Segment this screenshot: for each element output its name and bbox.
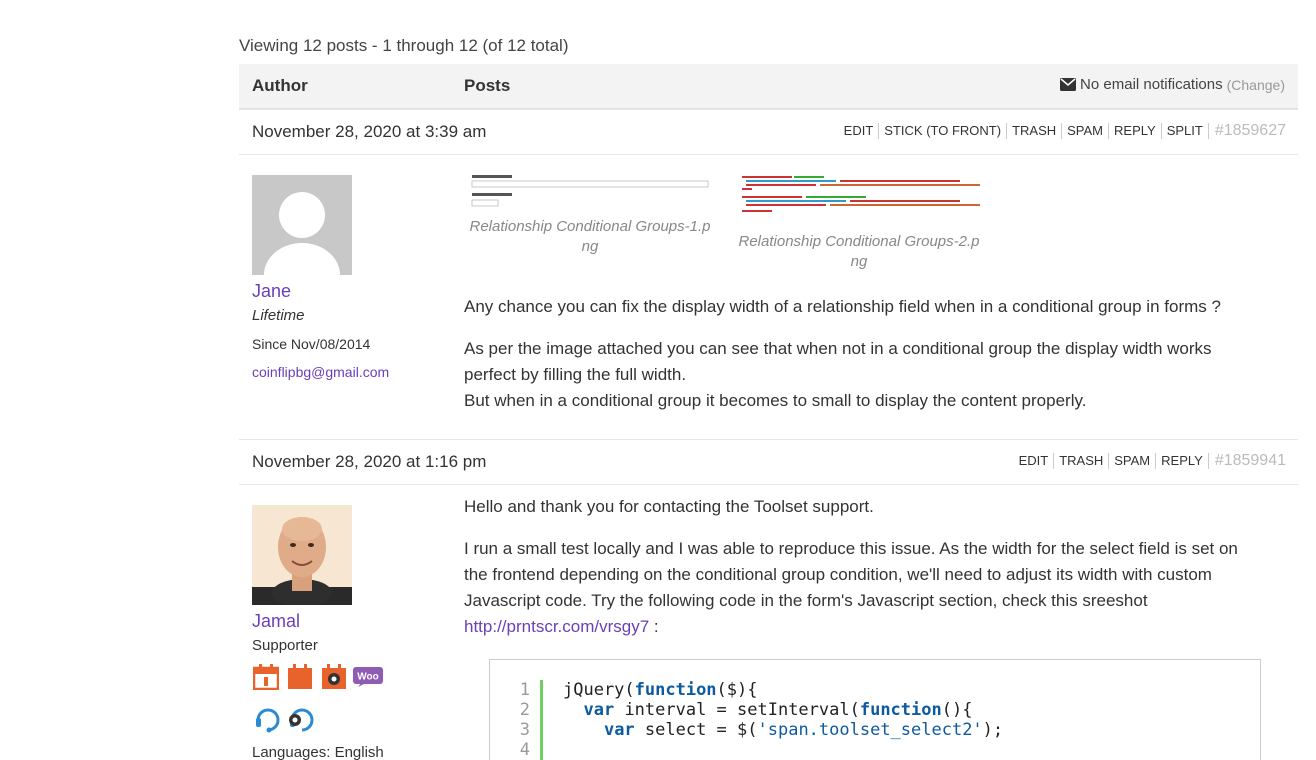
attachment-caption-line: ng <box>581 238 599 255</box>
link-suffix: : <box>649 617 659 636</box>
viewing-count: Viewing 12 posts - 1 through 12 (of 12 t… <box>239 36 569 55</box>
author-email-link[interactable]: coinflipbg@gmail.com <box>252 364 389 380</box>
author-languages: Languages: English <box>252 744 384 760</box>
email-notifications: No email notifications (Change) <box>1060 76 1285 93</box>
notifications-label: No email notifications <box>1080 76 1223 93</box>
supporter-avatar-icon <box>252 505 352 605</box>
post-date: November 28, 2020 at 1:16 pm <box>252 452 487 471</box>
reply-button[interactable]: REPLY <box>1109 123 1162 139</box>
attachment-caption-line: Relationship Conditional Groups-1.p <box>469 218 711 235</box>
change-notifications-link[interactable]: (Change) <box>1227 77 1285 93</box>
views-badge-icon <box>288 664 312 689</box>
attachment-caption-line: Relationship Conditional Groups-2.p <box>738 233 980 250</box>
code-line-number: 3 <box>519 720 530 740</box>
reply-button[interactable]: REPLY <box>1156 453 1209 469</box>
post-paragraph: Hello and thank you for contacting the T… <box>464 497 874 516</box>
post-date: November 28, 2020 at 3:39 am <box>252 122 487 141</box>
attachment-caption-1[interactable]: Relationship Conditional Groups-1.p ng <box>465 217 715 257</box>
code-line-numbers: 1 2 3 4 <box>515 680 530 760</box>
post-paragraph: Any chance you can fix the display width… <box>464 297 1221 316</box>
trash-button[interactable]: TRASH <box>1007 123 1063 139</box>
support2-badge-icon <box>289 708 314 732</box>
spam-button[interactable]: SPAM <box>1109 453 1157 469</box>
woo-badge-icon: Woo <box>353 667 383 687</box>
author-name-link[interactable]: Jane <box>252 281 291 302</box>
code-block[interactable]: 1 2 3 4 jQuery(function($){ var interval… <box>489 659 1261 760</box>
post-paragraph: As per the image attached you can see th… <box>464 336 1264 414</box>
split-button[interactable]: SPLIT <box>1162 123 1209 139</box>
code-line-number: 2 <box>519 700 530 720</box>
screenshot-link[interactable]: http://prntscr.com/vrsgy7 <box>464 617 649 636</box>
post-paragraph-line: But when in a conditional group it becom… <box>464 391 1087 410</box>
author-column-header: Author <box>252 76 308 95</box>
post-actions: EDIT STICK (TO FRONT) TRASH SPAM REPLY S… <box>839 122 1286 140</box>
calendar-badge-icon <box>253 664 279 690</box>
code-screenshot-icon <box>742 176 980 212</box>
svg-text:Woo: Woo <box>357 672 378 683</box>
post-id-link[interactable]: #1859627 <box>1215 122 1286 140</box>
attachment-caption-line: ng <box>850 253 868 270</box>
attachment-thumbnail-1[interactable] <box>470 172 710 210</box>
form-screenshot-icon <box>471 175 709 207</box>
spam-button[interactable]: SPAM <box>1062 123 1110 139</box>
author-name-link[interactable]: Jamal <box>252 611 300 632</box>
posts-column-header: Posts <box>464 76 511 95</box>
avatar[interactable] <box>252 175 352 275</box>
post-paragraph-line: As per the image attached you can see th… <box>464 339 1212 384</box>
code-line-number: 4 <box>519 740 530 760</box>
post-paragraph-text: I run a small test locally and I was abl… <box>464 539 1238 610</box>
avatar[interactable] <box>252 505 352 605</box>
code-gutter-bar <box>540 680 543 760</box>
author-role: Lifetime <box>252 307 305 324</box>
stick-button[interactable]: STICK (TO FRONT) <box>879 123 1008 139</box>
envelope-icon <box>1060 78 1077 91</box>
default-avatar-icon <box>252 175 352 275</box>
post-header: November 28, 2020 at 1:16 pm EDIT TRASH … <box>239 439 1298 485</box>
attachment-thumbnail-2[interactable] <box>740 172 982 222</box>
post-header: November 28, 2020 at 3:39 am EDIT STICK … <box>239 109 1298 155</box>
author-role: Supporter <box>252 637 318 654</box>
post-id-link[interactable]: #1859941 <box>1215 452 1286 470</box>
edit-button[interactable]: EDIT <box>839 123 880 139</box>
attachment-caption-2[interactable]: Relationship Conditional Groups-2.p ng <box>734 232 984 272</box>
forum-header: Author Posts No email notifications (Cha… <box>239 64 1298 109</box>
code-content: jQuery(function($){ var interval = setIn… <box>563 680 1004 740</box>
forms-badge-icon <box>322 664 346 689</box>
author-since: Since Nov/08/2014 <box>252 336 371 352</box>
support-badge-icon <box>256 708 280 733</box>
code-line-number: 1 <box>519 680 530 700</box>
edit-button[interactable]: EDIT <box>1014 453 1055 469</box>
post-paragraph: I run a small test locally and I was abl… <box>464 536 1264 640</box>
post-actions: EDIT TRASH SPAM REPLY #1859941 <box>1014 452 1286 470</box>
trash-button[interactable]: TRASH <box>1054 453 1110 469</box>
